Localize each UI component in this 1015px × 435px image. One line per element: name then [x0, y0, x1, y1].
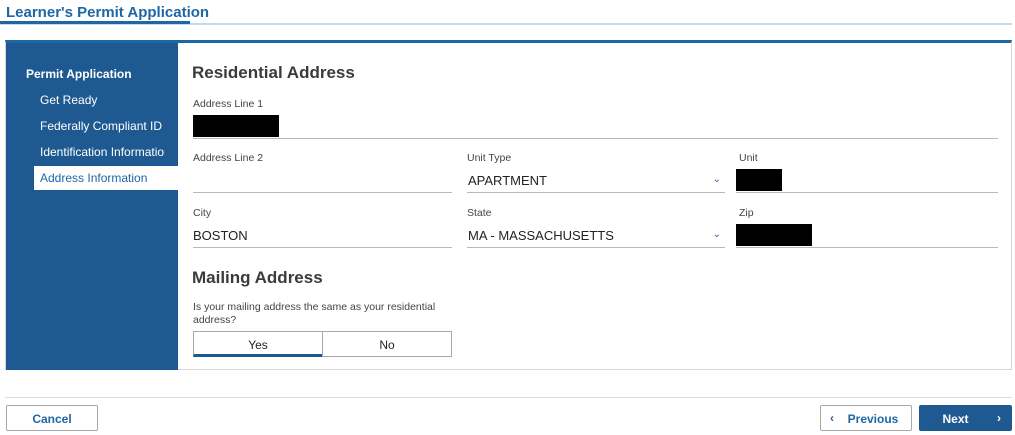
mailing-same-question: Is your mailing address the same as your…	[193, 301, 436, 326]
sidebar-item-address-information[interactable]: Address Information	[34, 166, 178, 190]
previous-button[interactable]: ‹ Previous	[820, 405, 912, 431]
sidebar-item-get-ready[interactable]: Get Ready	[40, 93, 165, 107]
zip-field[interactable]	[736, 224, 998, 248]
unit-redacted	[736, 169, 782, 191]
mailing-same-no-button[interactable]: No	[322, 331, 452, 357]
cancel-label: Cancel	[32, 412, 72, 426]
zip-label: Zip	[739, 207, 754, 219]
city-label: City	[193, 207, 212, 219]
chevron-left-icon: ‹	[830, 411, 834, 425]
residential-address-heading: Residential Address	[192, 63, 355, 82]
cancel-button[interactable]: Cancel	[6, 405, 98, 431]
state-value: MA - MASSACHUSETTS	[468, 228, 614, 243]
page-header: Learner's Permit Application	[0, 0, 1012, 25]
state-label: State	[467, 207, 492, 219]
unit-type-label: Unit Type	[467, 152, 512, 164]
mailing-same-yes-button[interactable]: Yes	[193, 331, 323, 357]
city-field[interactable]: BOSTON	[193, 224, 452, 248]
chevron-down-icon: ⌄	[712, 229, 721, 240]
form-panel: Permit Application Get Ready Federally C…	[5, 40, 1012, 370]
unit-type-select[interactable]: APARTMENT ⌄	[467, 169, 725, 193]
unit-type-value: APARTMENT	[468, 173, 547, 188]
sidebar-heading: Permit Application	[26, 67, 132, 81]
unit-label: Unit	[739, 152, 758, 164]
address-line1-field[interactable]	[193, 115, 998, 139]
sidebar-item-federally-compliant-id[interactable]: Federally Compliant ID	[40, 119, 165, 133]
page-title-underline	[0, 21, 190, 24]
next-label: Next	[942, 412, 969, 426]
sidebar-item-identification-information[interactable]: Identification Information	[40, 145, 165, 159]
address-line1-label: Address Line 1	[193, 98, 264, 110]
sidebar: Permit Application Get Ready Federally C…	[6, 43, 178, 370]
footer-divider	[5, 397, 1012, 398]
address-line1-redacted	[193, 115, 279, 137]
address-line2-field[interactable]	[193, 169, 452, 193]
state-select[interactable]: MA - MASSACHUSETTS ⌄	[467, 224, 725, 248]
address-line2-label: Address Line 2	[193, 152, 264, 164]
next-button[interactable]: Next ›	[919, 405, 1012, 431]
chevron-down-icon: ⌄	[712, 174, 721, 185]
chevron-right-icon: ›	[997, 411, 1001, 425]
unit-field[interactable]	[736, 169, 998, 193]
mailing-address-heading: Mailing Address	[192, 268, 323, 287]
zip-redacted	[736, 224, 812, 246]
previous-label: Previous	[847, 412, 899, 426]
